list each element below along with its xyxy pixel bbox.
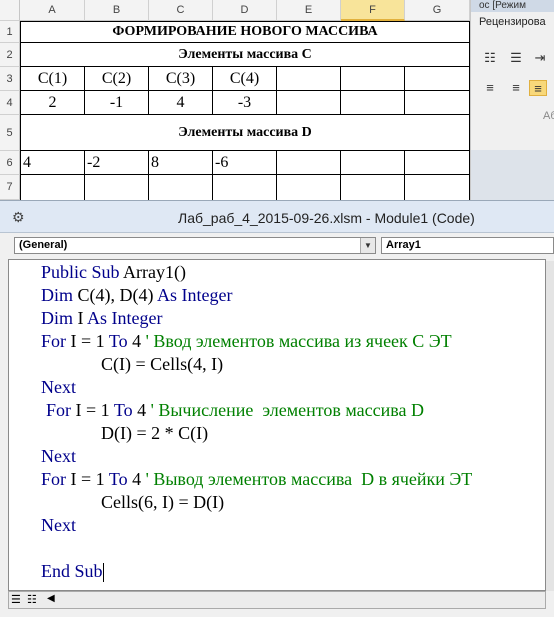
cell-a3[interactable]: С(1): [20, 67, 85, 91]
code-line-12: Next: [41, 515, 76, 535]
cell-g4[interactable]: [405, 91, 470, 115]
cell-a1-title[interactable]: ФОРМИРОВАНИЕ НОВОГО МАССИВА: [20, 21, 470, 43]
vertical-scrollbar[interactable]: [546, 261, 554, 591]
column-header-d[interactable]: D: [213, 0, 277, 21]
style-preview-label: Аб: [543, 110, 554, 122]
align-right-icon[interactable]: ≡: [507, 80, 525, 96]
vba-window-title: Лаб_раб_4_2015-09-26.xlsm - Module1 (Cod…: [178, 210, 475, 226]
cell-c4[interactable]: 4: [149, 91, 213, 115]
column-header-f[interactable]: F: [341, 0, 405, 21]
vba-window-titlebar[interactable]: ⚙ Лаб_раб_4_2015-09-26.xlsm - Module1 (C…: [0, 201, 554, 233]
cell-a7[interactable]: [20, 175, 85, 200]
cell-b7[interactable]: [85, 175, 149, 200]
code-window-bottombar: ☰ ☷ ◀: [8, 591, 546, 609]
window-title-fragment: ос [Режим: [471, 0, 554, 12]
cell-d4[interactable]: -3: [213, 91, 277, 115]
cell-d3[interactable]: С(4): [213, 67, 277, 91]
text-caret: [102, 563, 104, 583]
code-line-11: Cells(6, I) = D(I): [101, 492, 225, 512]
code-line-1: Public Sub Array1(): [41, 262, 186, 282]
cell-c7[interactable]: [149, 175, 213, 200]
cell-b4[interactable]: -1: [85, 91, 149, 115]
cell-e7[interactable]: [277, 175, 341, 200]
cell-f4[interactable]: [341, 91, 405, 115]
column-header-a[interactable]: A: [20, 0, 85, 21]
code-line-8: D(I) = 2 * C(I): [101, 423, 209, 443]
cell-a4[interactable]: 2: [20, 91, 85, 115]
row-header-7[interactable]: 7: [0, 175, 20, 200]
full-module-view-icon[interactable]: ☷: [27, 593, 37, 606]
procedure-dropdown-value: Array1: [386, 239, 421, 251]
code-line-7: For I = 1 To 4 ' Вычисление элементов ма…: [46, 400, 424, 420]
cell-f7[interactable]: [341, 175, 405, 200]
cell-g7[interactable]: [405, 175, 470, 200]
cell-a6[interactable]: 4: [20, 151, 85, 175]
cell-e4[interactable]: [277, 91, 341, 115]
cell-d7[interactable]: [213, 175, 277, 200]
row-header-1[interactable]: 1: [0, 21, 20, 43]
row-header-6[interactable]: 6: [0, 151, 20, 175]
code-line-2: Dim C(4), D(4) As Integer: [41, 285, 233, 305]
code-line-4: For I = 1 To 4 ' Ввод элементов массива …: [41, 331, 452, 351]
column-header-c[interactable]: C: [149, 0, 213, 21]
ribbon-fragment: ос [Режим Рецензирова ☷ ☰ ⇥ ≡ ≡ ≡ Аб: [470, 0, 554, 200]
column-header-b[interactable]: B: [85, 0, 149, 21]
object-dropdown[interactable]: (General) ▼: [14, 237, 376, 254]
select-all-corner[interactable]: [0, 0, 20, 21]
cell-f3[interactable]: [341, 67, 405, 91]
row-header-3[interactable]: 3: [0, 67, 20, 91]
procedure-dropdown[interactable]: Array1: [381, 237, 554, 254]
vba-code-window: ⚙ Лаб_раб_4_2015-09-26.xlsm - Module1 (C…: [0, 200, 554, 617]
code-line-3: Dim I As Integer: [41, 308, 163, 328]
cell-f6[interactable]: [341, 151, 405, 175]
column-header-g[interactable]: G: [405, 0, 470, 21]
numbered-list-icon[interactable]: ☷: [481, 50, 499, 66]
cell-e3[interactable]: [277, 67, 341, 91]
cell-e6[interactable]: [277, 151, 341, 175]
multilevel-list-icon[interactable]: ☰: [507, 50, 525, 66]
cell-c6[interactable]: 8: [149, 151, 213, 175]
chevron-down-icon[interactable]: ▼: [360, 238, 375, 253]
cell-g3[interactable]: [405, 67, 470, 91]
code-line-10: For I = 1 To 4 ' Вывод элементов массива…: [41, 469, 473, 489]
indent-icon[interactable]: ⇥: [531, 50, 549, 66]
cell-a2-section-c[interactable]: Элементы массива С: [20, 43, 470, 67]
scroll-left-icon[interactable]: ◀: [47, 593, 55, 604]
cell-b6[interactable]: -2: [85, 151, 149, 175]
ribbon-lower-area: [471, 150, 554, 200]
cell-a5-section-d[interactable]: Элементы массива D: [20, 115, 470, 151]
vba-module-icon: ⚙: [12, 209, 25, 225]
row-header-5[interactable]: 5: [0, 115, 20, 151]
cell-g6[interactable]: [405, 151, 470, 175]
justify-icon[interactable]: ≡: [529, 80, 547, 96]
tab-review[interactable]: Рецензирова: [479, 16, 546, 28]
row-header-2[interactable]: 2: [0, 43, 20, 67]
code-editor[interactable]: Public Sub Array1() Dim C(4), D(4) As In…: [8, 259, 546, 591]
object-dropdown-value: (General): [19, 239, 68, 251]
procedure-view-icon[interactable]: ☰: [11, 593, 21, 606]
code-line-14: End Sub: [41, 561, 104, 583]
spreadsheet-area: A B C D E F G 1 2 3 4 5 6 7 ФОРМИРОВАНИЕ…: [0, 0, 470, 200]
code-line-5: C(I) = Cells(4, I): [101, 354, 224, 374]
column-header-e[interactable]: E: [277, 0, 341, 21]
cell-d6[interactable]: -6: [213, 151, 277, 175]
cell-b3[interactable]: С(2): [85, 67, 149, 91]
align-center-icon[interactable]: ≡: [481, 80, 499, 96]
row-header-4[interactable]: 4: [0, 91, 20, 115]
code-line-6: Next: [41, 377, 76, 397]
cell-c3[interactable]: С(3): [149, 67, 213, 91]
code-line-9: Next: [41, 446, 76, 466]
